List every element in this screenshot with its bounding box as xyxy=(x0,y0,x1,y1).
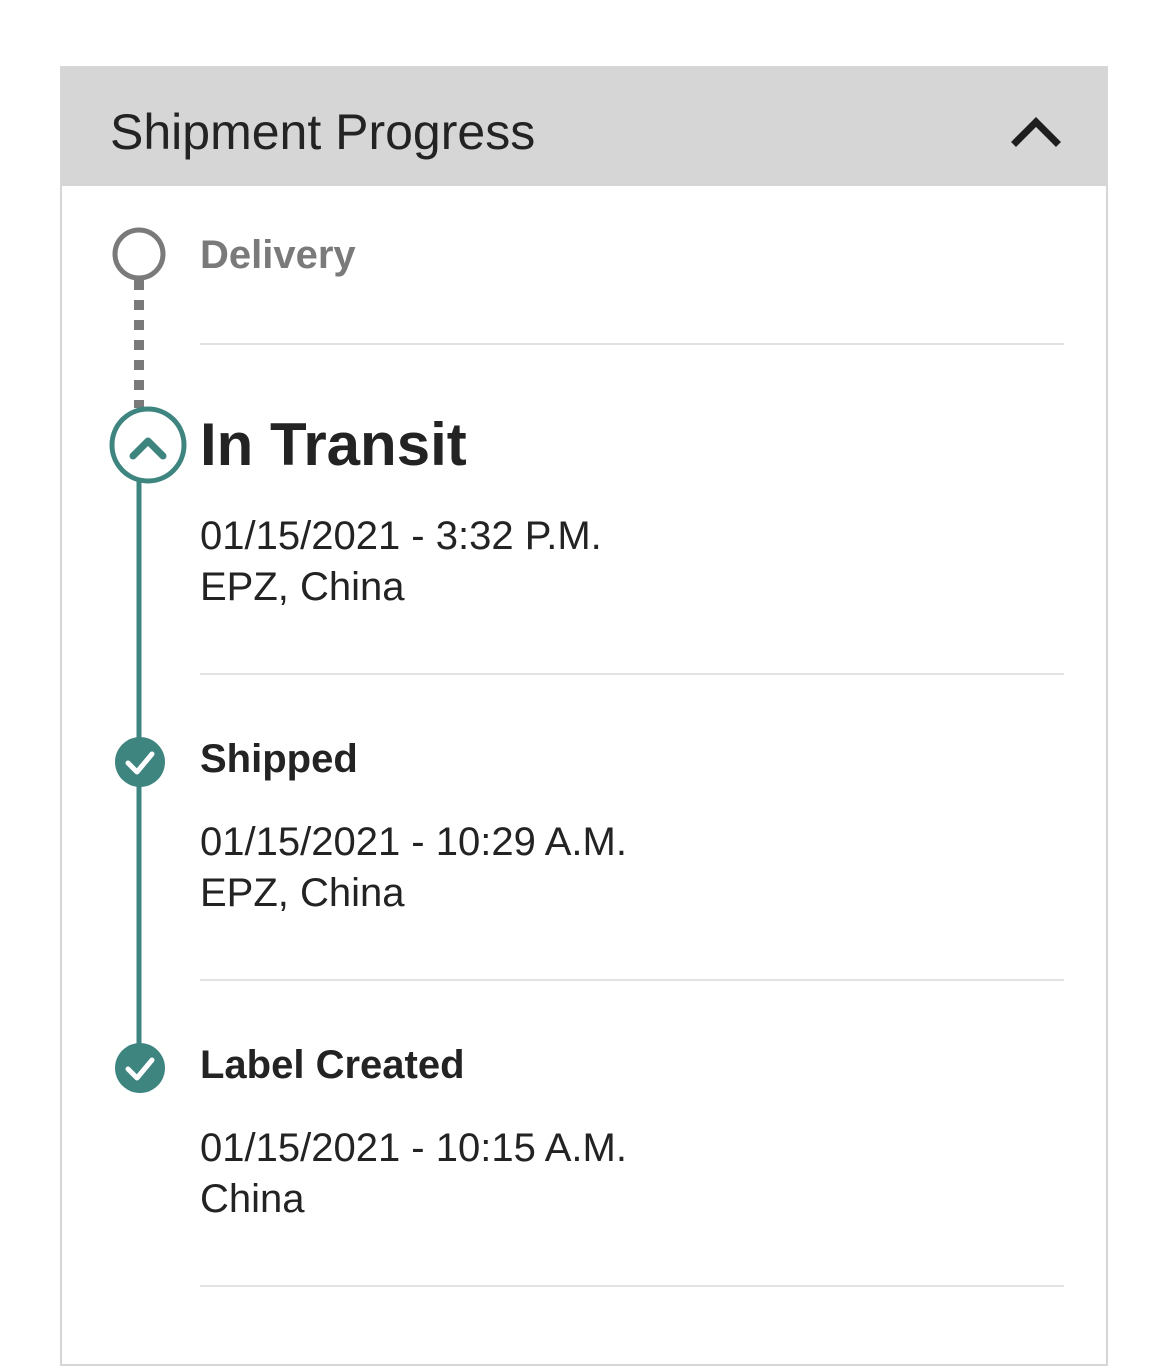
step-title: Delivery xyxy=(200,233,356,277)
chevron-up-circle-icon xyxy=(109,406,187,484)
step-title: In Transit xyxy=(200,411,467,478)
step-datetime: 01/15/2021 - 3:32 P.M. xyxy=(200,514,602,558)
shipment-progress-panel: Shipment Progress Delivery In Transit 01… xyxy=(60,66,1108,1366)
shipment-timeline: Delivery In Transit 01/15/2021 - 3:32 P.… xyxy=(62,68,1106,1364)
check-circle-icon xyxy=(115,1043,165,1093)
step-datetime: 01/15/2021 - 10:29 A.M. xyxy=(200,820,627,864)
empty-circle-icon xyxy=(112,227,166,281)
step-title: Shipped xyxy=(200,737,358,781)
step-title: Label Created xyxy=(200,1043,465,1087)
divider xyxy=(200,343,1064,345)
divider xyxy=(200,673,1064,675)
divider xyxy=(200,1285,1064,1287)
step-datetime: 01/15/2021 - 10:15 A.M. xyxy=(200,1126,627,1170)
step-details: 01/15/2021 - 10:15 A.M. China xyxy=(200,1123,627,1225)
divider xyxy=(200,979,1064,981)
step-location: China xyxy=(200,1177,305,1221)
check-circle-icon xyxy=(115,737,165,787)
step-location: EPZ, China xyxy=(200,565,405,609)
step-details: 01/15/2021 - 10:29 A.M. EPZ, China xyxy=(200,817,627,919)
step-details: 01/15/2021 - 3:32 P.M. EPZ, China xyxy=(200,511,602,613)
step-location: EPZ, China xyxy=(200,871,405,915)
